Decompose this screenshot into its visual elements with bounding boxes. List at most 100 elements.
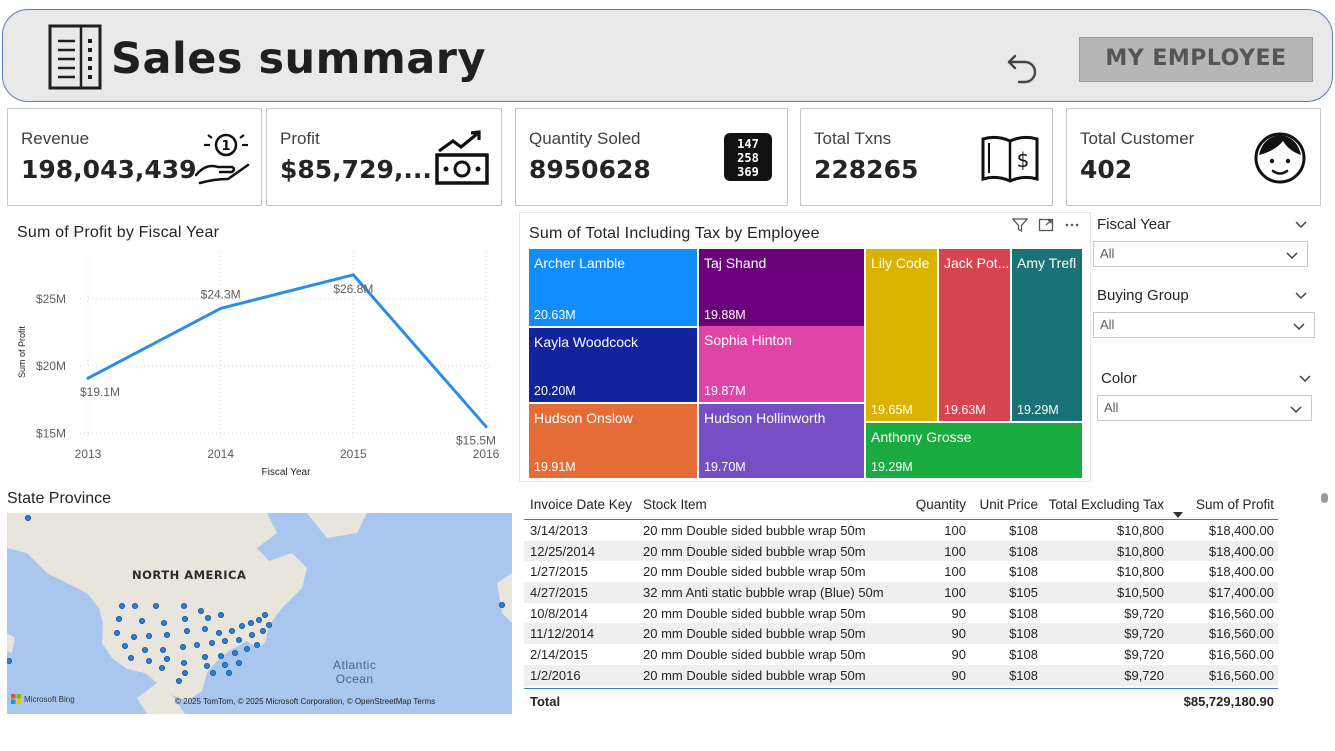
map-credit[interactable]: © 2025 TomTom, © 2025 Microsoft Corporat… (175, 697, 435, 706)
map-bubble[interactable] (175, 677, 182, 684)
map-bubble[interactable] (248, 632, 255, 639)
map-bubble[interactable] (215, 630, 222, 637)
map-bubble[interactable] (225, 669, 232, 676)
map-bubble[interactable] (221, 638, 228, 645)
map-bubble[interactable] (203, 662, 210, 669)
table-row[interactable]: 1/2/2016 20 mm Double sided bubble wrap 5… (524, 664, 1278, 686)
map-bubble[interactable] (145, 633, 152, 640)
map-bubble[interactable] (179, 643, 186, 650)
back-arrow-icon[interactable] (1005, 48, 1041, 84)
map-bubble[interactable] (160, 620, 167, 627)
column-header[interactable]: Unit Price (979, 497, 1038, 512)
map-bubble[interactable] (163, 655, 170, 662)
my-employee-button[interactable]: MY EMPLOYEE (1079, 37, 1313, 82)
treemap-tile[interactable]: Hudson Hollinworth 19.70M (699, 404, 864, 478)
treemap-tile[interactable]: Hudson Onslow 19.91M (529, 404, 697, 478)
map-bubble[interactable] (217, 612, 224, 619)
map-bubble[interactable] (235, 637, 242, 644)
map-bubble[interactable] (114, 630, 121, 637)
map-bubble[interactable] (498, 602, 505, 609)
chevron-down-icon[interactable] (1294, 288, 1308, 302)
column-header[interactable]: Quantity (916, 497, 966, 512)
column-header[interactable]: Total Excluding Tax (1049, 497, 1164, 512)
map-bubble[interactable] (231, 649, 238, 656)
map-bubble[interactable] (208, 640, 215, 647)
map-bubble[interactable] (119, 603, 126, 610)
column-header[interactable]: Stock Item (643, 497, 707, 512)
table-row[interactable]: 10/8/2014 20 mm Double sided bubble wrap … (524, 603, 1278, 624)
scrollbar-thumb[interactable] (1321, 493, 1328, 503)
map-bubble[interactable] (201, 653, 208, 660)
map-bubble[interactable] (261, 612, 268, 619)
map-bubble[interactable] (265, 622, 272, 629)
table-cell: 100 (944, 564, 966, 580)
map-bubble[interactable] (221, 661, 228, 668)
table-cell: $9,720 (1124, 626, 1164, 642)
treemap-tile[interactable]: Archer Lamble 20.63M (529, 249, 697, 326)
map-bubble[interactable] (197, 608, 204, 615)
more-options-icon[interactable] (1064, 217, 1080, 233)
table-row[interactable]: 12/25/2014 20 mm Double sided bubble wrap… (524, 540, 1278, 562)
treemap-tile[interactable]: Amy Trefl 19.29M (1012, 249, 1082, 421)
map-bubble[interactable] (209, 669, 216, 676)
treemap-tile[interactable]: Lily Code 19.65M (866, 249, 937, 421)
treemap-tile[interactable]: Sophia Hinton 19.87M (699, 326, 864, 402)
map-bubble[interactable] (7, 658, 12, 664)
map-bubble[interactable] (253, 641, 260, 648)
table-cell: 20 mm Double sided bubble wrap 50m (643, 647, 866, 663)
map-bubble[interactable] (141, 646, 148, 653)
map-bubble[interactable] (183, 628, 190, 635)
slicer-dropdown[interactable]: All (1093, 312, 1315, 338)
map-bubble[interactable] (255, 617, 262, 624)
map-bubble[interactable] (158, 664, 165, 671)
map-bubble[interactable] (228, 628, 235, 635)
chevron-down-icon (1290, 406, 1302, 414)
map-bubble[interactable] (132, 603, 139, 610)
map-bubble[interactable] (217, 652, 224, 659)
map-bubble[interactable] (128, 654, 135, 661)
map-bubble[interactable] (247, 620, 254, 627)
data-label: $15.5M (456, 434, 496, 448)
table-row[interactable]: 1/27/2015 20 mm Double sided bubble wrap … (524, 561, 1278, 582)
table-row[interactable]: 11/12/2014 20 mm Double sided bubble wrap… (524, 623, 1278, 645)
column-header[interactable]: Invoice Date Key (530, 497, 632, 512)
treemap-tile[interactable]: Anthony Grosse 19.29M (866, 423, 1082, 478)
focus-mode-icon[interactable] (1038, 217, 1054, 233)
table-row[interactable]: 2/14/2015 20 mm Double sided bubble wrap … (524, 644, 1278, 665)
state-province-map[interactable]: NORTH AMERICA Atlantic Ocean Microsoft Bi… (7, 513, 512, 714)
map-bubble[interactable] (204, 615, 211, 622)
map-bubble[interactable] (122, 642, 129, 649)
map-bubble[interactable] (238, 623, 245, 630)
map-bubble[interactable] (181, 669, 188, 676)
map-bubble[interactable] (131, 634, 138, 641)
map-bubble[interactable] (24, 515, 31, 521)
map-bubble[interactable] (145, 657, 152, 664)
filter-icon[interactable] (1012, 217, 1028, 233)
chevron-down-icon[interactable] (1294, 217, 1308, 231)
map-bubble[interactable] (259, 628, 266, 635)
table-row[interactable]: 4/27/2015 32 mm Anti static bubble wrap (… (524, 582, 1278, 603)
map-bubble[interactable] (201, 626, 208, 633)
slicer-dropdown[interactable]: All (1097, 395, 1312, 421)
map-bubble[interactable] (152, 603, 159, 610)
map-bubble[interactable] (180, 603, 187, 610)
map-bubble[interactable] (193, 641, 200, 648)
map-bubble[interactable] (243, 645, 250, 652)
map-bubble[interactable] (138, 618, 145, 625)
map-bubble[interactable] (116, 616, 123, 623)
kpi-value: 402 (1080, 155, 1133, 184)
map-bubble[interactable] (235, 659, 242, 666)
map-bubble[interactable] (163, 632, 170, 639)
treemap-tile[interactable]: Kayla Woodcock 20.20M (529, 328, 697, 402)
map-bubble[interactable] (180, 659, 187, 666)
slicer-dropdown[interactable]: All (1093, 241, 1308, 267)
column-header[interactable]: Sum of Profit (1196, 497, 1274, 512)
table-row[interactable]: 3/14/2013 20 mm Double sided bubble wrap … (524, 520, 1278, 541)
x-tick-label: 2016 (473, 447, 500, 461)
y-tick-label: $15M (36, 426, 66, 440)
chevron-down-icon[interactable] (1298, 371, 1312, 385)
map-bubble[interactable] (159, 646, 166, 653)
treemap-tile[interactable]: Taj Shand 19.88M (699, 249, 864, 326)
map-bubble[interactable] (181, 616, 188, 623)
treemap-tile[interactable]: Jack Pot... 19.63M (939, 249, 1010, 421)
